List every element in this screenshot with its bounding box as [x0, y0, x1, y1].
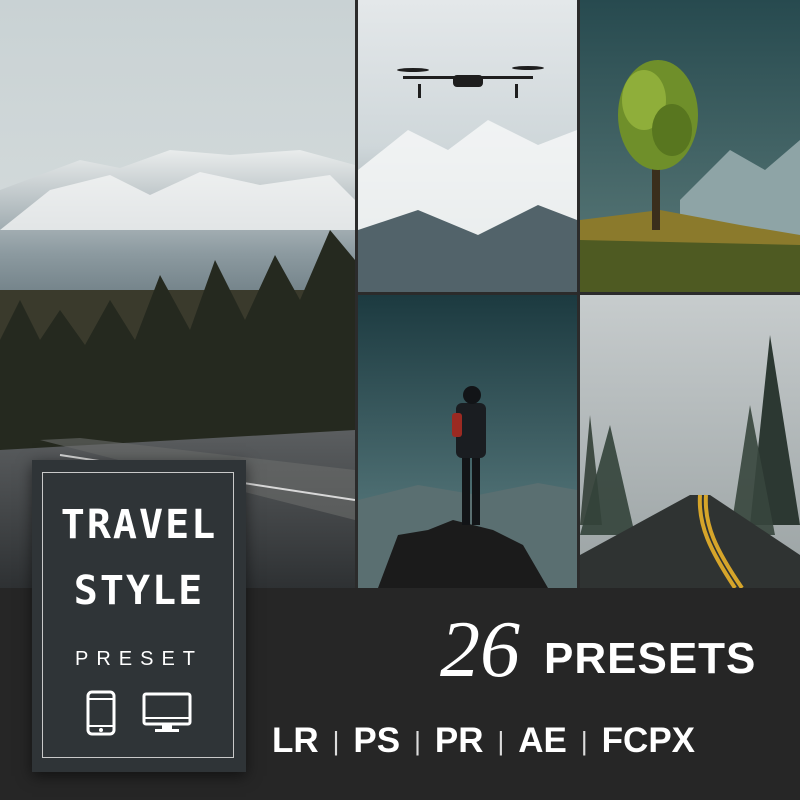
photo-lone-tree	[580, 0, 800, 292]
monitor-icon	[142, 692, 192, 739]
badge-title-line2: STYLE	[73, 568, 205, 614]
badge-subtitle: PRESET	[74, 648, 204, 670]
separator: |	[414, 726, 421, 756]
app-pr: PR	[434, 721, 484, 760]
presets-count: 26	[440, 606, 520, 694]
badge-title-line1: TRAVEL	[60, 502, 218, 548]
photo-hiker	[358, 295, 577, 588]
supported-apps: LR | PS | PR | AE | FCPX	[272, 718, 772, 764]
app-lr: LR	[272, 721, 319, 760]
app-ae: AE	[518, 721, 567, 760]
separator: |	[332, 726, 340, 756]
app-ps: PS	[353, 721, 401, 760]
phone-icon	[86, 690, 116, 741]
photo-drone	[358, 0, 577, 292]
separator: |	[497, 726, 505, 756]
presets-label: PRESETS	[544, 634, 757, 683]
presets-headline: 26 PRESETS	[440, 610, 770, 690]
app-fcpx: FCPX	[601, 721, 696, 760]
travel-style-badge: TRAVEL STYLE PRESET	[32, 460, 246, 772]
photo-foggy-road	[580, 295, 800, 588]
device-icons	[32, 686, 246, 738]
separator: |	[580, 726, 588, 756]
